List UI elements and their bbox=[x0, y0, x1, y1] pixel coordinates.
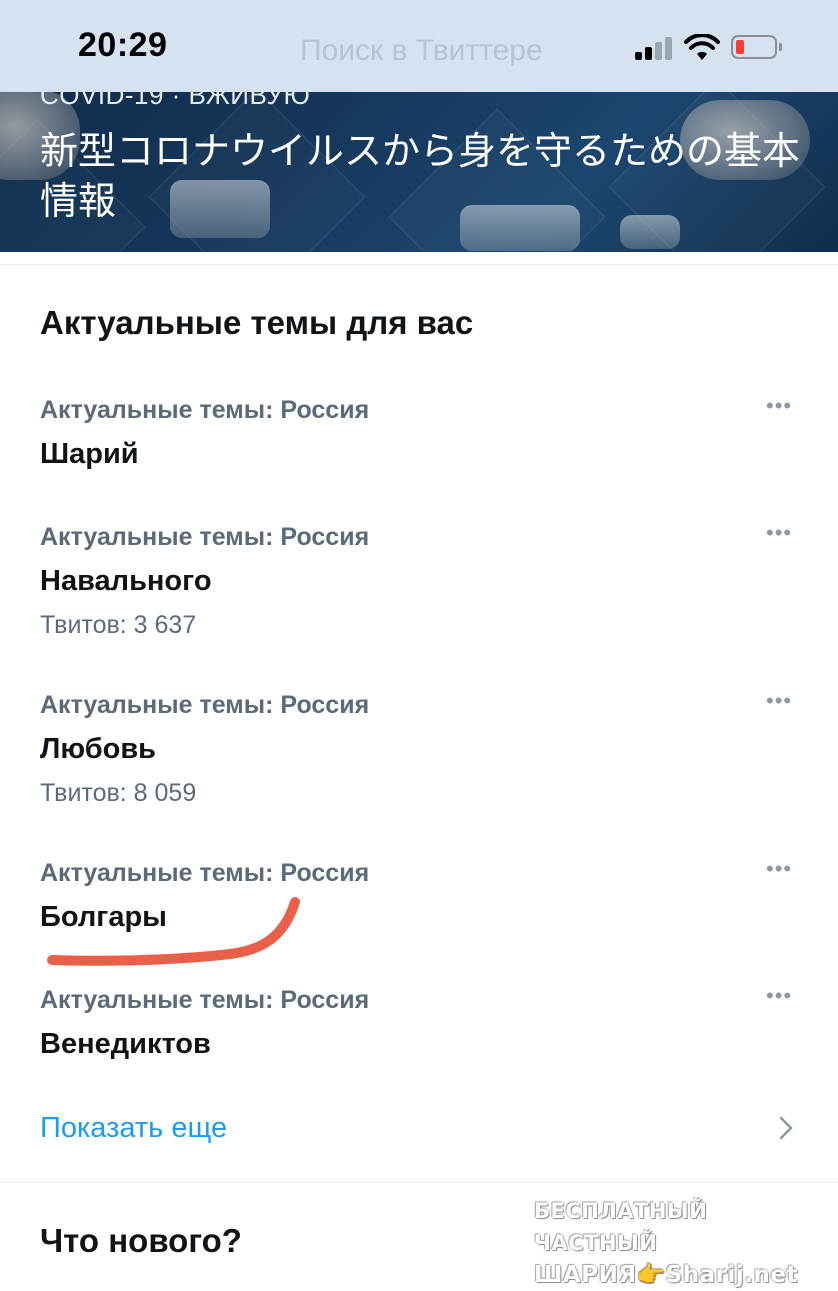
banner-title: 新型コロナウイルスから身を守るための基本情報 bbox=[40, 129, 801, 223]
more-options-icon[interactable]: ••• bbox=[766, 395, 796, 417]
trend-name: Шарий bbox=[40, 438, 139, 470]
trend-context: Актуальные темы: Россия bbox=[40, 396, 370, 424]
whats-new-heading: Что нового? bbox=[40, 1222, 242, 1259]
red-underline-annotation bbox=[47, 897, 300, 966]
trend-tweet-count: Твитов: 3 637 bbox=[40, 611, 197, 639]
battery-icon bbox=[731, 35, 782, 59]
trends-heading: Актуальные темы для вас bbox=[40, 304, 474, 341]
watermark: БЕСПЛАТНЫЙ ЧАСТНЫЙ ШАРИЯ👉Sharij.net bbox=[534, 1195, 824, 1291]
trend-name: Навального bbox=[40, 565, 212, 597]
search-placeholder-ghost: Поиск в Твиттере bbox=[300, 34, 543, 67]
status-time: 20:29 bbox=[78, 26, 168, 64]
trend-name: Венедиктов bbox=[40, 1028, 211, 1060]
more-options-icon[interactable]: ••• bbox=[766, 522, 796, 544]
more-options-icon[interactable]: ••• bbox=[766, 858, 796, 880]
trend-context: Актуальные темы: Россия bbox=[40, 523, 370, 551]
trend-context: Актуальные темы: Россия bbox=[40, 859, 370, 887]
trend-context: Актуальные темы: Россия bbox=[40, 986, 370, 1014]
cellular-signal-icon bbox=[635, 36, 675, 60]
wifi-icon bbox=[684, 34, 720, 60]
section-divider bbox=[0, 1182, 838, 1183]
trend-name: Любовь bbox=[40, 733, 157, 765]
show-more-link[interactable]: Показать еще bbox=[40, 1112, 227, 1145]
trend-context: Актуальные темы: Россия bbox=[40, 691, 370, 719]
trend-tweet-count: Твитов: 8 059 bbox=[40, 779, 197, 807]
chevron-right-icon[interactable] bbox=[776, 1114, 796, 1142]
more-options-icon[interactable]: ••• bbox=[766, 985, 796, 1007]
watermark-line: ШАРИЯ👉Sharij.net bbox=[534, 1262, 798, 1288]
status-bar: Поиск в Твиттере 20:29 bbox=[0, 0, 838, 92]
more-options-icon[interactable]: ••• bbox=[766, 690, 796, 712]
section-divider bbox=[0, 252, 838, 265]
watermark-line: БЕСПЛАТНЫЙ ЧАСТНЫЙ bbox=[534, 1199, 708, 1255]
